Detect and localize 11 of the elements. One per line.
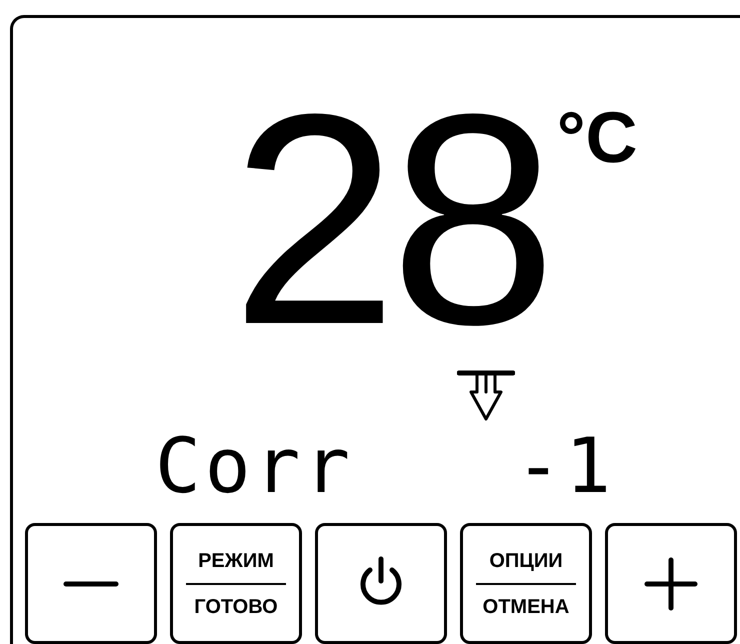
power-button[interactable]	[315, 523, 447, 644]
minus-button[interactable]	[25, 523, 157, 644]
temperature-reading: 28	[231, 96, 549, 342]
setting-label: Corr	[155, 428, 354, 504]
minus-icon	[63, 580, 119, 586]
mode-button[interactable]: ОПЦИИ ОТМЕНА	[460, 523, 592, 644]
plus-button[interactable]	[605, 523, 737, 644]
temperature-unit: °C	[556, 102, 638, 174]
plus-icon	[643, 556, 699, 612]
mode-button[interactable]: РЕЖИМ ГОТОВО	[170, 523, 302, 644]
setting-value: -1	[515, 428, 615, 504]
